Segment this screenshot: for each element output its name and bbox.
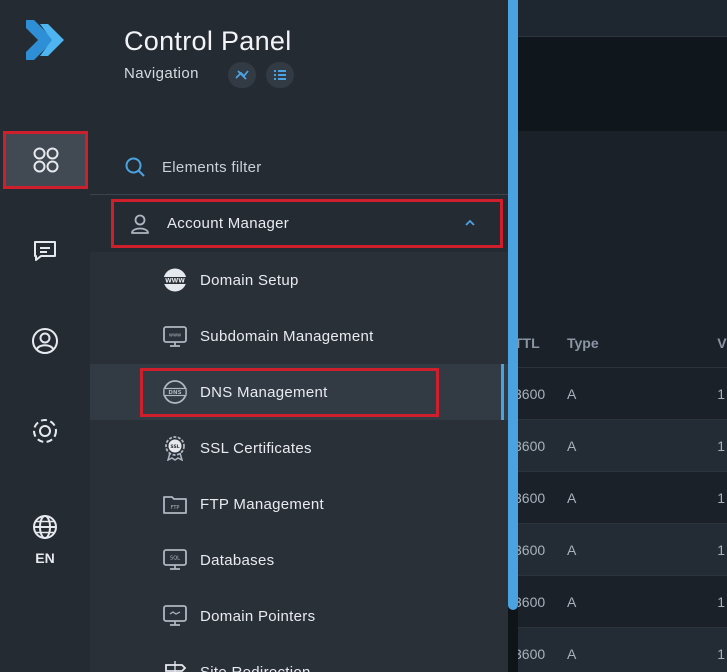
table-row[interactable]: 3600 A 1 xyxy=(510,472,727,524)
table-cell-value: 1 xyxy=(717,645,725,662)
rail-settings-button[interactable] xyxy=(0,401,90,461)
svg-text:SQL: SQL xyxy=(170,556,180,562)
menu-item-label: Subdomain Management xyxy=(200,327,374,345)
table-cell-value: 1 xyxy=(717,541,725,558)
table-cell-type: A xyxy=(567,541,577,558)
icon-rail: EN xyxy=(0,0,90,672)
settings-icon xyxy=(33,419,57,443)
menu-item-dns-management[interactable]: DNS DNS Management xyxy=(90,364,508,420)
table-row[interactable]: 3600 A 1 xyxy=(510,420,727,472)
list-view-button[interactable] xyxy=(266,62,294,88)
selected-indicator xyxy=(501,364,504,420)
table-row[interactable]: 3600 A 1 xyxy=(510,368,727,420)
signpost-icon xyxy=(165,661,187,672)
table-cell-value: 1 xyxy=(717,437,725,454)
table-header: TTL Type V xyxy=(510,318,727,368)
table-cell-type: A xyxy=(567,593,577,610)
table-cell-value: 1 xyxy=(717,593,725,610)
chevron-up-icon xyxy=(465,219,475,226)
menu-item-label: SSL Certificates xyxy=(200,439,312,457)
apps-grid-icon xyxy=(33,147,58,173)
subdomain-monitor-icon: www xyxy=(163,326,187,347)
svg-text:SSL: SSL xyxy=(170,444,179,450)
table-cell-type: A xyxy=(567,645,577,662)
globe-icon xyxy=(33,515,57,539)
background-topbar xyxy=(518,0,727,37)
list-icon xyxy=(274,70,286,80)
table-cell-ttl: 3600 xyxy=(514,593,546,610)
svg-text:FTP: FTP xyxy=(171,505,180,511)
rail-messages-button[interactable] xyxy=(0,221,90,281)
app-root: TTL Type V 3600 A 1 3600 A 1 3600 A 1 36… xyxy=(0,0,727,672)
www-globe-icon: WWW xyxy=(162,268,188,292)
menu-item-label: Domain Setup xyxy=(200,271,299,289)
rail-language-button[interactable]: EN xyxy=(0,500,90,580)
panel-title: Control Panel xyxy=(124,26,292,56)
highlight-box xyxy=(140,368,439,417)
navigation-panel: Control Panel Navigation Elements filter… xyxy=(90,0,508,672)
table-cell-type: A xyxy=(567,437,577,454)
user-circle-icon xyxy=(32,328,58,354)
table-cell-value: 1 xyxy=(717,489,725,506)
account-manager-submenu: WWW Domain Setup www Subdomain Managemen… xyxy=(90,252,508,672)
table-cell-type: A xyxy=(567,385,577,402)
svg-text:www: www xyxy=(169,333,181,339)
account-manager-label: Account Manager xyxy=(167,215,290,232)
svg-text:WWW: WWW xyxy=(165,278,185,285)
menu-item-label: Domain Pointers xyxy=(200,607,316,625)
elements-filter-placeholder: Elements filter xyxy=(162,158,262,176)
table-cell-value: 1 xyxy=(717,385,725,402)
panel-scrollbar-thumb[interactable] xyxy=(508,0,518,610)
menu-item-label: Databases xyxy=(200,551,275,569)
menu-item-ssl-certificates[interactable]: SSL SSL Certificates xyxy=(90,420,508,476)
dns-records-table: TTL Type V 3600 A 1 3600 A 1 3600 A 1 36… xyxy=(510,318,727,672)
rail-profile-button[interactable] xyxy=(0,311,90,371)
language-label: EN xyxy=(35,550,55,566)
table-row[interactable]: 3600 A 1 xyxy=(510,524,727,576)
table-cell-ttl: 3600 xyxy=(514,489,546,506)
table-cell-ttl: 3600 xyxy=(514,645,546,662)
pin-icon xyxy=(235,70,249,80)
table-row[interactable]: 3600 A 1 xyxy=(510,628,727,672)
ftp-folder-icon: FTP xyxy=(163,496,187,514)
table-cell-ttl: 3600 xyxy=(514,437,546,454)
column-header-ttl[interactable]: TTL xyxy=(510,335,567,351)
table-cell-ttl: 3600 xyxy=(514,541,546,558)
elements-filter-input[interactable]: Elements filter xyxy=(90,140,508,195)
table-cell-ttl: 3600 xyxy=(514,385,546,402)
menu-item-label: FTP Management xyxy=(200,495,324,513)
ssl-badge-icon: SSL xyxy=(165,436,185,461)
table-row[interactable]: 3600 A 1 xyxy=(510,576,727,628)
sql-monitor-icon: SQL xyxy=(163,549,187,570)
panel-subtitle: Navigation xyxy=(124,65,199,82)
menu-item-domain-setup[interactable]: WWW Domain Setup xyxy=(90,252,508,308)
pin-navigation-button[interactable] xyxy=(228,62,256,88)
column-header-type[interactable]: Type xyxy=(567,335,717,351)
menu-item-domain-pointers[interactable]: Domain Pointers xyxy=(90,588,508,644)
menu-item-site-redirection[interactable]: Site Redirection xyxy=(90,644,508,672)
menu-item-ftp-management[interactable]: FTP FTP Management xyxy=(90,476,508,532)
menu-item-databases[interactable]: SQL Databases xyxy=(90,532,508,588)
background-header xyxy=(518,37,727,131)
brand-logo-icon[interactable] xyxy=(22,20,68,60)
search-icon xyxy=(125,157,145,177)
pointer-monitor-icon xyxy=(163,605,187,626)
chat-icon xyxy=(34,241,56,261)
account-manager-toggle[interactable]: Account Manager xyxy=(111,199,503,248)
menu-item-subdomain-management[interactable]: www Subdomain Management xyxy=(90,308,508,364)
table-cell-type: A xyxy=(567,489,577,506)
user-icon xyxy=(131,214,149,234)
column-header-value[interactable]: V xyxy=(717,335,727,351)
rail-apps-button[interactable] xyxy=(3,131,88,189)
menu-item-label: Site Redirection xyxy=(200,663,311,672)
